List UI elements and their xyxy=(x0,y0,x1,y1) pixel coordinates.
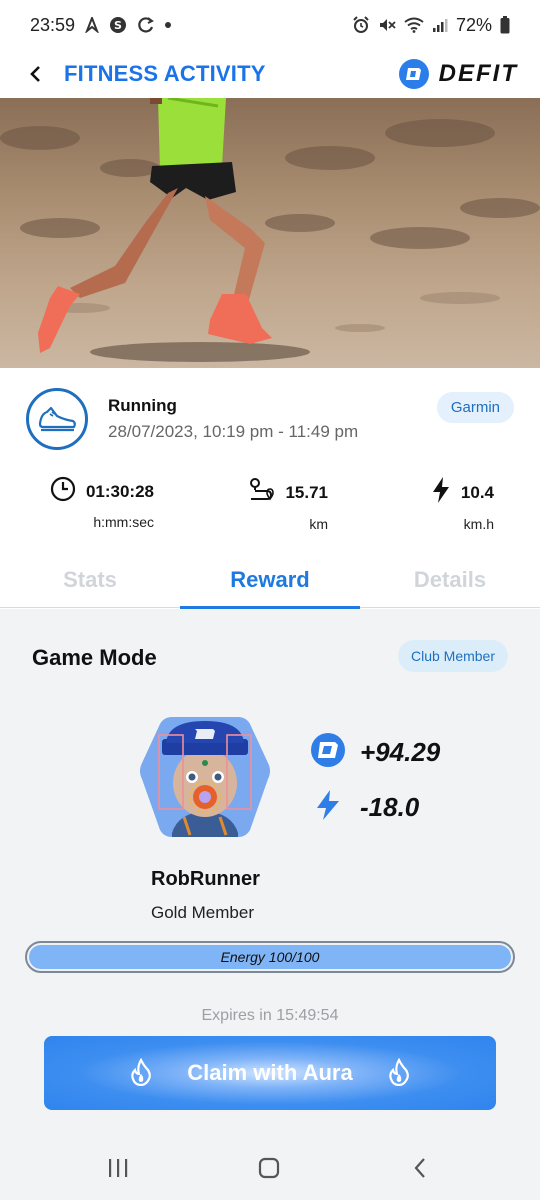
system-nav-bar xyxy=(0,1136,540,1200)
defit-token-icon xyxy=(310,732,346,773)
energy-change-row: -18.0 xyxy=(310,787,419,828)
energy-label: Energy 100/100 xyxy=(220,949,320,965)
game-mode-title: Game Mode xyxy=(32,645,157,670)
expires-countdown: Expires in 15:49:54 xyxy=(201,1007,339,1024)
energy-change-value: -18.0 xyxy=(360,792,420,822)
mute-icon xyxy=(378,16,396,34)
metric-value: 15.71 xyxy=(285,482,328,502)
activity-datetime: 28/07/2023, 10:19 pm - 11:49 pm xyxy=(108,422,359,441)
home-button[interactable] xyxy=(249,1154,289,1182)
brand-name: DEFIT xyxy=(438,60,518,87)
user-name: RobRunner xyxy=(151,868,260,890)
tab-bar: Stats Reward Details xyxy=(0,552,540,609)
claim-with-aura-button[interactable]: Claim with Aura xyxy=(44,1036,496,1110)
metric-value: 01:30:28 xyxy=(85,481,154,501)
activity-summary: Running 28/07/2023, 10:19 pm - 11:49 pm … xyxy=(0,384,540,454)
lightning-icon xyxy=(431,476,451,509)
wifi-icon xyxy=(404,17,424,33)
status-bar: 23:59 S 72% xyxy=(0,0,540,50)
notification-dot-icon xyxy=(165,22,172,28)
brand: DEFIT xyxy=(398,59,518,89)
token-reward-row: +94.29 xyxy=(310,732,440,773)
status-time: 23:59 xyxy=(30,14,76,35)
metric-speed: 10.4 km.h xyxy=(424,476,494,532)
user-tier: Gold Member xyxy=(151,903,254,922)
signal-icon xyxy=(432,17,448,33)
flame-icon xyxy=(130,1057,152,1091)
claim-button-label: Claim with Aura xyxy=(187,1060,353,1085)
running-shoe-icon xyxy=(26,388,88,450)
route-icon xyxy=(247,476,275,509)
tab-details[interactable]: Details xyxy=(360,552,540,608)
metric-unit: h:mm:sec xyxy=(93,514,154,530)
svg-text:S: S xyxy=(114,19,122,32)
chevron-left-icon xyxy=(30,66,40,82)
game-mode-section: Game Mode Club Member +94.29 -18.0 RobRu… xyxy=(0,609,540,1136)
runner-photo xyxy=(0,98,540,368)
avatar xyxy=(138,713,272,841)
s-app-icon: S xyxy=(109,16,127,34)
battery-percent: 72% xyxy=(455,14,492,35)
sync-icon xyxy=(137,16,155,34)
page-title: FITNESS ACTIVITY xyxy=(64,61,266,86)
back-button[interactable] xyxy=(22,60,50,88)
back-nav-button[interactable] xyxy=(400,1154,440,1182)
tab-reward[interactable]: Reward xyxy=(180,552,360,608)
hero-image xyxy=(0,98,540,368)
status-right: 72% xyxy=(352,15,510,36)
activity-text: Running 28/07/2023, 10:19 pm - 11:49 pm xyxy=(108,396,358,442)
clock-icon xyxy=(50,476,76,507)
tab-stats[interactable]: Stats xyxy=(0,552,180,608)
home-icon xyxy=(258,1157,280,1179)
lightning-icon xyxy=(310,787,346,828)
activity-name: Running xyxy=(108,396,177,415)
source-badge: Garmin xyxy=(436,392,514,423)
defit-logo-icon xyxy=(398,59,429,89)
metrics-row: 01:30:28 h:mm:sec 15.71 km 10.4 km.h xyxy=(0,476,540,532)
alarm-icon xyxy=(352,16,370,34)
metric-value: 10.4 xyxy=(460,482,494,502)
recent-apps-button[interactable] xyxy=(98,1154,138,1182)
metric-distance: 15.71 km xyxy=(244,476,328,532)
status-left: 23:59 S xyxy=(30,14,172,36)
navigation-arrow-icon xyxy=(85,17,99,33)
metric-duration: 01:30:28 h:mm:sec xyxy=(46,476,154,530)
recent-apps-icon xyxy=(109,1159,128,1177)
token-reward-value: +94.29 xyxy=(360,737,441,767)
energy-bar: Energy 100/100 xyxy=(25,941,515,973)
club-member-badge: Club Member xyxy=(397,640,508,672)
metric-unit: km.h xyxy=(463,516,494,532)
avatar-portrait xyxy=(140,717,270,837)
app-header: FITNESS ACTIVITY DEFIT xyxy=(0,50,540,98)
flame-icon xyxy=(388,1057,410,1091)
metric-unit: km xyxy=(309,516,328,532)
back-icon xyxy=(414,1158,425,1178)
battery-icon xyxy=(500,16,510,34)
